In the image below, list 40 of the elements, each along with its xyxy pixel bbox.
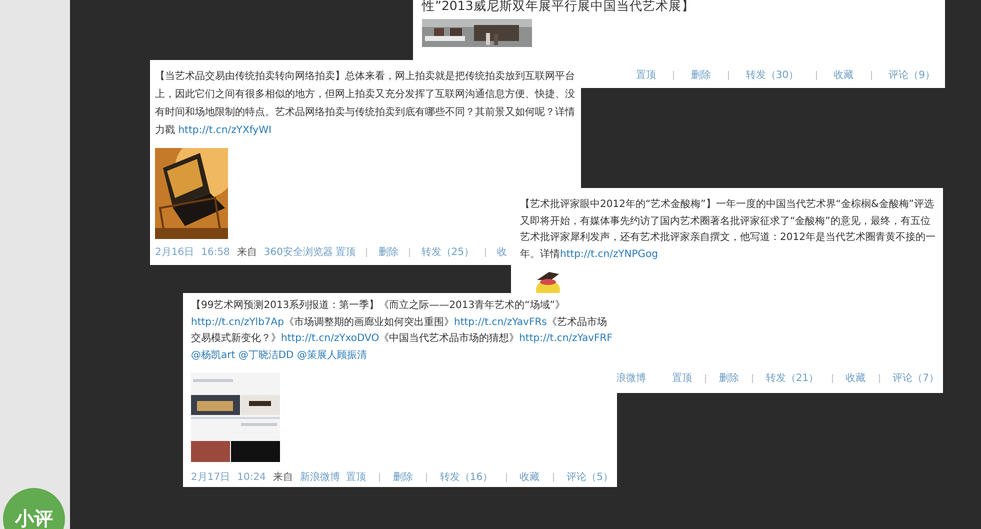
- source-link[interactable]: 新浪微博: [300, 470, 340, 484]
- post-action[interactable]: 删除: [378, 245, 398, 259]
- post-action[interactable]: 置顶: [346, 470, 366, 484]
- link[interactable]: @杨凯art: [191, 350, 236, 362]
- via-label: 来自: [236, 246, 257, 259]
- post-text: 【99艺术网预测2013系列报道：第一季】《而立之际——2013青年艺术的“场域”》 http://t.cn/zYlb7Ap《市场调整期的画廊业如何突出重围》http://t.cn/zYavFRs《艺术品市场交易模式新变化？》http://t.cn/zYxoDVO《中国当代艺术品市场的猜想》http://t.cn/zYavFRF @杨凯art @丁晓洁DD @策展人顾振清: [191, 298, 613, 364]
- post-date: 2月17日: [191, 471, 230, 484]
- post-action[interactable]: 转发（25）: [421, 245, 474, 259]
- link[interactable]: http://t.cn/zYXfyWI: [178, 125, 272, 136]
- post-action[interactable]: 删除: [718, 371, 739, 385]
- post-action[interactable]: 置顶: [672, 371, 692, 385]
- source-link[interactable]: 360安全浏览器: [264, 245, 334, 259]
- post-action[interactable]: 转发（21）: [766, 371, 819, 385]
- link[interactable]: @策展人顾振清: [296, 350, 367, 362]
- post-time: 16:58: [201, 246, 230, 258]
- link[interactable]: http://t.cn/zYavFRF: [519, 333, 613, 344]
- link[interactable]: http://t.cn/zYxoDVO: [281, 333, 380, 344]
- source-link[interactable]: 浪微博: [616, 371, 646, 385]
- post-action[interactable]: 收藏: [520, 470, 540, 484]
- link[interactable]: http://t.cn/zYlb7Ap: [191, 316, 284, 328]
- post-text: 【艺术批评家眼中2012年的“艺术金酸梅”】一年一度的中国当代艺术界“金棕榈&金酸梅”评选又即将开始，有媒体事先约访了国内艺术圈著名批评家征求了“金酸梅”的意见，最终，有五位艺术批评家犀利发声，还有艺术批评家亲自撰文，他写道：2012年是当代艺术圈青黄不接的一年。详情http://t.cn/zYNPGog: [520, 198, 936, 262]
- via-label: 来自: [272, 470, 293, 484]
- post-action[interactable]: 转发（16）: [440, 470, 493, 484]
- post-text: 【当艺术品交易由传统拍卖转向网络拍卖】总体来看，网上拍卖就是把传统拍卖放到互联网平台上，因此它们之间有很多相似的地方，但网上拍卖又充分发挥了互联网沟通信息方便、快捷、没有时间和场地限制的特点。艺术品网络拍卖与传统拍卖到底有哪些不同？其前景又如何呢？详情力戳 http://t.cn/zYXfyWI: [155, 70, 576, 138]
- link[interactable]: http://t.cn/zYNPGog: [560, 248, 658, 260]
- post-action[interactable]: 收藏: [846, 371, 866, 385]
- post-action[interactable]: 转发（30）: [746, 68, 799, 82]
- post-action[interactable]: 评论（5）: [566, 470, 613, 484]
- post-action[interactable]: 置顶: [636, 68, 656, 82]
- post-action[interactable]: 收藏: [834, 68, 854, 82]
- post-action[interactable]: 删除: [690, 68, 711, 82]
- link[interactable]: @丁晓洁DD: [238, 350, 294, 362]
- link[interactable]: http://t.cn/zYavFRs: [454, 316, 547, 328]
- post-time: 10:24: [237, 472, 266, 482]
- post-action[interactable]: 评论（9）: [888, 68, 935, 82]
- post-action[interactable]: 删除: [392, 470, 413, 484]
- post-action[interactable]: 评论（7）: [892, 371, 939, 385]
- post-date: 2月16日: [155, 246, 194, 259]
- post-action[interactable]: 收: [497, 245, 507, 259]
- post-action[interactable]: 置顶: [335, 245, 356, 259]
